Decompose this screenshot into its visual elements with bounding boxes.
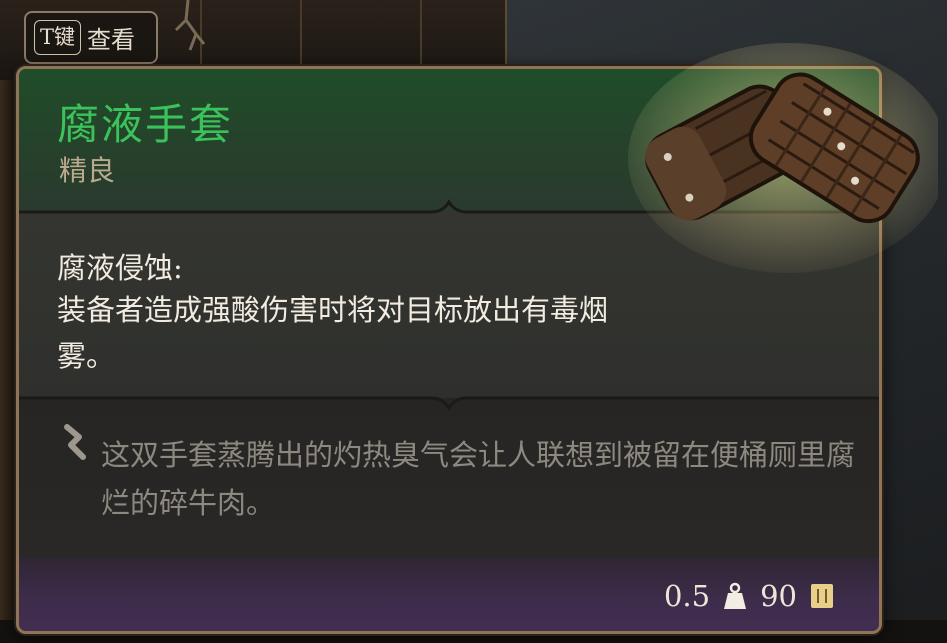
panel-frame-left — [0, 80, 15, 620]
flavor-text: 这双手套蒸腾出的灼热臭气会让人联想到被留在便桶厕里腐烂的碎牛肉。 — [101, 438, 856, 520]
quill-icon — [64, 424, 86, 460]
effect-title: 腐液侵蚀: — [57, 251, 183, 285]
item-stats: 0.5 90 — [664, 579, 835, 613]
weight-icon — [724, 582, 747, 609]
key-cap: T键 — [34, 20, 82, 55]
gloves-item-icon — [628, 43, 938, 273]
inspect-key-hint[interactable]: T键 查看 — [24, 11, 158, 64]
key-action-label: 查看 — [87, 26, 136, 54]
item-price: 90 — [760, 579, 797, 613]
gold-coin-icon — [811, 584, 833, 608]
item-weight: 0.5 — [663, 579, 711, 613]
twig-decoration — [174, 0, 206, 51]
effect-description: 装备者造成强酸伤害时将对目标放出有毒烟雾。 — [57, 293, 609, 373]
item-rarity: 精良 — [59, 154, 116, 187]
item-name: 腐液手套 — [57, 100, 234, 149]
